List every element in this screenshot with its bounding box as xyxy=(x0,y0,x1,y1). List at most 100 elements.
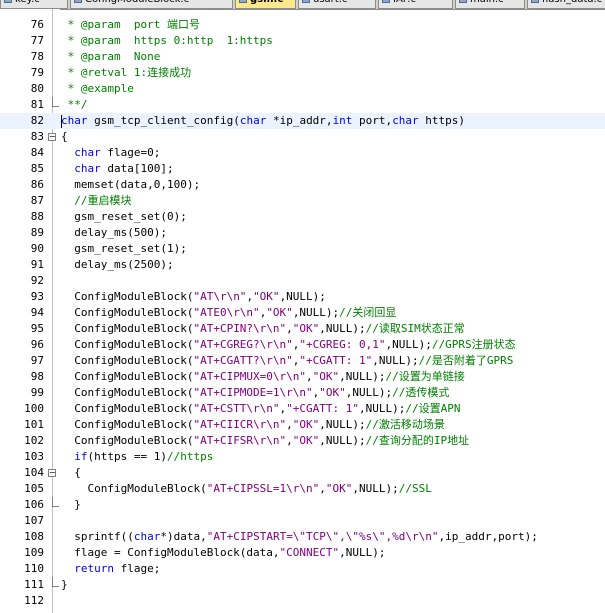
code-line[interactable]: 103 if(https == 1)//https xyxy=(0,449,605,465)
line-number: 103 xyxy=(24,450,44,463)
fold-end-marker xyxy=(52,497,59,507)
line-number: 80 xyxy=(30,82,44,95)
code-line[interactable]: 107 xyxy=(0,513,605,529)
code-line[interactable]: 90 gsm_reset_set(1); xyxy=(0,241,605,257)
c-file-icon xyxy=(382,0,390,3)
code-line[interactable]: 105 ConfigModuleBlock("AT+CIPSSL=1\r\n",… xyxy=(0,481,605,497)
tab-usart-c[interactable]: usart.c xyxy=(298,0,376,9)
tab-label: IAP.c xyxy=(393,0,416,5)
code-text: * @param https 0:http 1:https xyxy=(61,34,273,47)
code-line[interactable]: 86 memset(data,0,100); xyxy=(0,177,605,193)
code-line[interactable]: 93 ConfigModuleBlock("AT\r\n","OK",NULL)… xyxy=(0,289,605,305)
collapse-fold-icon[interactable]: − xyxy=(48,469,56,477)
code-text: **/ xyxy=(61,98,88,111)
c-file-icon xyxy=(4,0,12,3)
code-text: memset(data,0,100); xyxy=(61,178,201,191)
code-text: //重启模块 xyxy=(74,194,132,207)
tab-flash-data-c[interactable]: flash_data.c xyxy=(527,0,605,9)
text-cursor xyxy=(61,115,62,128)
line-number: 111 xyxy=(24,578,44,591)
line-number: 86 xyxy=(30,178,44,191)
code-text: ConfigModuleBlock("AT+CGATT?\r\n","+CGAT… xyxy=(61,354,514,367)
code-text: { xyxy=(61,466,81,479)
tab-configmoduleblock-c[interactable]: ConfigModuleBlock.c xyxy=(70,0,233,9)
code-line[interactable]: 78 * @param None xyxy=(0,49,605,65)
code-line[interactable]: 80 * @example xyxy=(0,81,605,97)
code-line[interactable]: 98 ConfigModuleBlock("AT+CIPMUX=0\r\n","… xyxy=(0,369,605,385)
code-line[interactable]: 77 * @param https 0:http 1:https xyxy=(0,33,605,49)
code-line[interactable]: 94 ConfigModuleBlock("ATE0\r\n","OK",NUL… xyxy=(0,305,605,321)
code-text: char gsm_tcp_client_config(char *ip_addr… xyxy=(61,114,466,127)
line-number: 94 xyxy=(30,306,44,319)
code-line[interactable]: 100 ConfigModuleBlock("AT+CSTT\r\n","+CG… xyxy=(0,401,605,417)
code-line[interactable]: 111} xyxy=(0,577,605,593)
line-number: 83 xyxy=(30,130,44,143)
code-line[interactable]: 110 return flage; xyxy=(0,561,605,577)
code-line[interactable]: 85 char data[100]; xyxy=(0,161,605,177)
c-file-icon xyxy=(239,0,247,3)
code-line[interactable]: 84 char flage=0; xyxy=(0,145,605,161)
code-line[interactable]: 112 xyxy=(0,593,605,609)
code-text: ConfigModuleBlock("AT+CPIN?\r\n","OK",NU… xyxy=(61,322,465,335)
line-number: 95 xyxy=(30,322,44,335)
code-line[interactable]: 81 **/ xyxy=(0,97,605,113)
line-number: 109 xyxy=(24,546,44,559)
c-file-icon xyxy=(531,0,539,3)
code-line[interactable]: 99 ConfigModuleBlock("AT+CIPMODE=1\r\n",… xyxy=(0,385,605,401)
code-line[interactable]: 95 ConfigModuleBlock("AT+CPIN?\r\n","OK"… xyxy=(0,321,605,337)
code-line[interactable]: 92 xyxy=(0,273,605,289)
tab-key-c[interactable]: key.c xyxy=(0,0,68,9)
code-text: ConfigModuleBlock("AT+CGREG?\r\n","+CGRE… xyxy=(61,338,516,351)
code-text: * @param None xyxy=(61,50,161,63)
code-line[interactable]: 101 ConfigModuleBlock("AT+CIICR\r\n","OK… xyxy=(0,417,605,433)
code-line[interactable]: 88 gsm_reset_set(0); xyxy=(0,209,605,225)
code-line[interactable]: 79 * @retval 1:连接成功 xyxy=(0,65,605,81)
tab-gsm-c[interactable]: gsm.c xyxy=(235,0,296,9)
code-text: } xyxy=(61,578,68,591)
tab-label: key.c xyxy=(15,0,40,5)
tab-main-c[interactable]: main.c xyxy=(455,0,525,9)
code-line[interactable]: 97 ConfigModuleBlock("AT+CGATT?\r\n","+C… xyxy=(0,353,605,369)
code-line[interactable]: 91 delay_ms(2500); xyxy=(0,257,605,273)
tab-label: ConfigModuleBlock.c xyxy=(85,0,189,5)
line-number: 89 xyxy=(30,226,44,239)
code-text: char flage=0; xyxy=(74,146,161,159)
code-line[interactable]: 104− { xyxy=(0,465,605,481)
line-number: 76 xyxy=(30,18,44,31)
code-text: if(https == 1)//https xyxy=(74,450,214,463)
line-number: 99 xyxy=(30,386,44,399)
code-line[interactable]: 82 char gsm_tcp_client_config(char *ip_ad… xyxy=(0,113,605,129)
line-number: 98 xyxy=(30,370,44,383)
code-text: * @param port 端口号 xyxy=(61,18,200,31)
c-file-icon xyxy=(302,0,310,3)
line-number: 85 xyxy=(30,162,44,175)
line-number: 79 xyxy=(30,66,44,79)
code-line[interactable]: 87 //重启模块 xyxy=(0,193,605,209)
code-text: delay_ms(2500); xyxy=(61,258,174,271)
collapse-fold-icon[interactable]: − xyxy=(48,133,56,141)
tab-label: main.c xyxy=(470,0,504,5)
code-line[interactable]: 102 ConfigModuleBlock("AT+CIFSR\r\n","OK… xyxy=(0,433,605,449)
code-text: sprintf((char*)data,"AT+CIPSTART=\"TCP\"… xyxy=(61,530,538,543)
code-line[interactable]: 108 sprintf((char*)data,"AT+CIPSTART=\"T… xyxy=(0,529,605,545)
code-text: ConfigModuleBlock("ATE0\r\n","OK",NULL);… xyxy=(61,306,397,319)
tab-label: flash_data.c xyxy=(542,0,602,5)
fold-end-marker xyxy=(52,97,59,107)
line-number: 90 xyxy=(30,242,44,255)
code-line[interactable]: 109 flage = ConfigModuleBlock(data,"CONN… xyxy=(0,545,605,561)
c-file-icon xyxy=(459,0,467,3)
code-line[interactable]: 83−{ xyxy=(0,129,605,145)
code-line[interactable]: 96 ConfigModuleBlock("AT+CGREG?\r\n","+C… xyxy=(0,337,605,353)
code-editor[interactable]: 76 * @param port 端口号 77 * @param https 0:… xyxy=(0,9,605,613)
code-line[interactable]: 76 * @param port 端口号 xyxy=(0,17,605,33)
tab-iap-c[interactable]: IAP.c xyxy=(378,0,453,9)
code-text: flage = ConfigModuleBlock(data,"CONNECT"… xyxy=(61,546,386,559)
code-text: return flage; xyxy=(74,562,161,575)
tab-label: usart.c xyxy=(313,0,347,5)
line-number: 87 xyxy=(30,194,44,207)
line-number: 107 xyxy=(24,514,44,527)
line-number: 104 xyxy=(24,466,44,479)
code-line[interactable]: 89 delay_ms(500); xyxy=(0,225,605,241)
line-number: 108 xyxy=(24,530,44,543)
code-line[interactable]: 106 } xyxy=(0,497,605,513)
